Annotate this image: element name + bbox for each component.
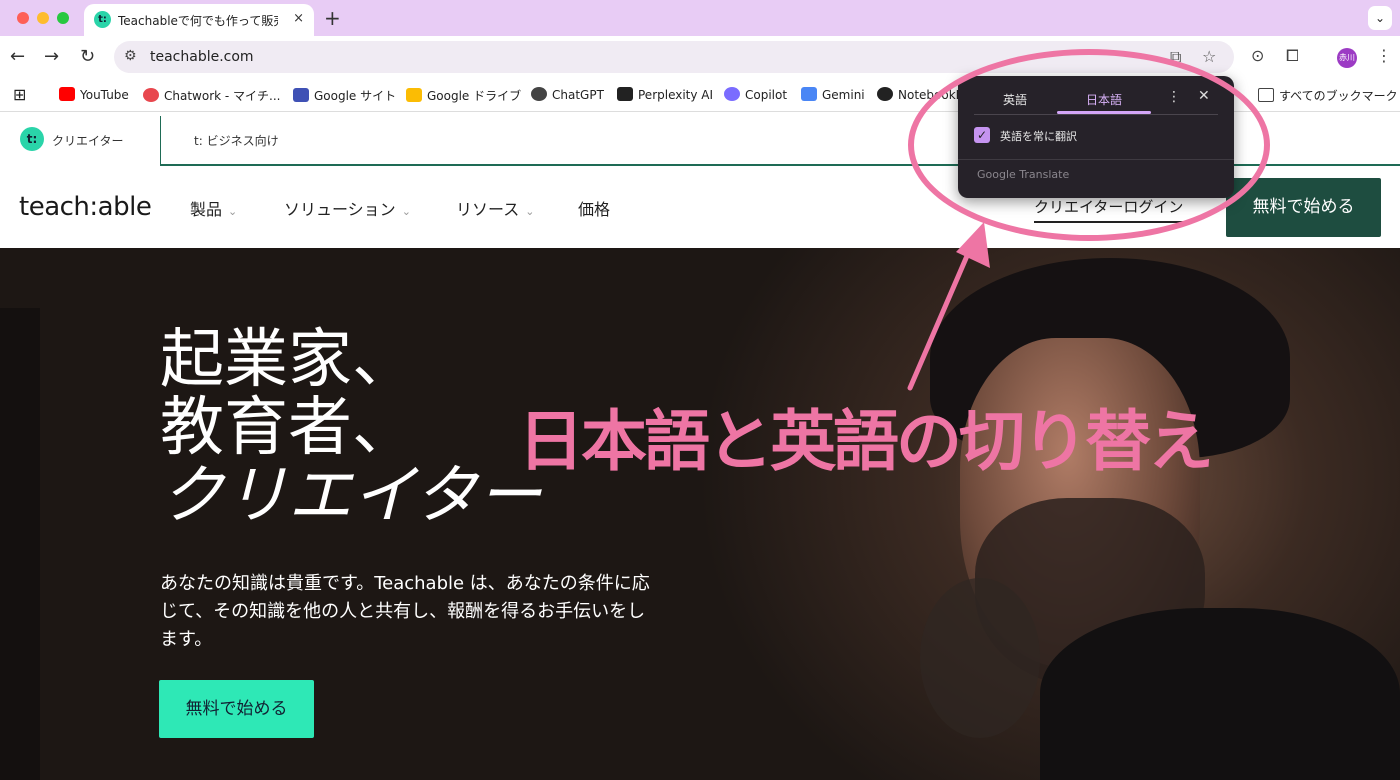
annotation-caption: 日本語と英語の切り替え xyxy=(518,403,1214,480)
